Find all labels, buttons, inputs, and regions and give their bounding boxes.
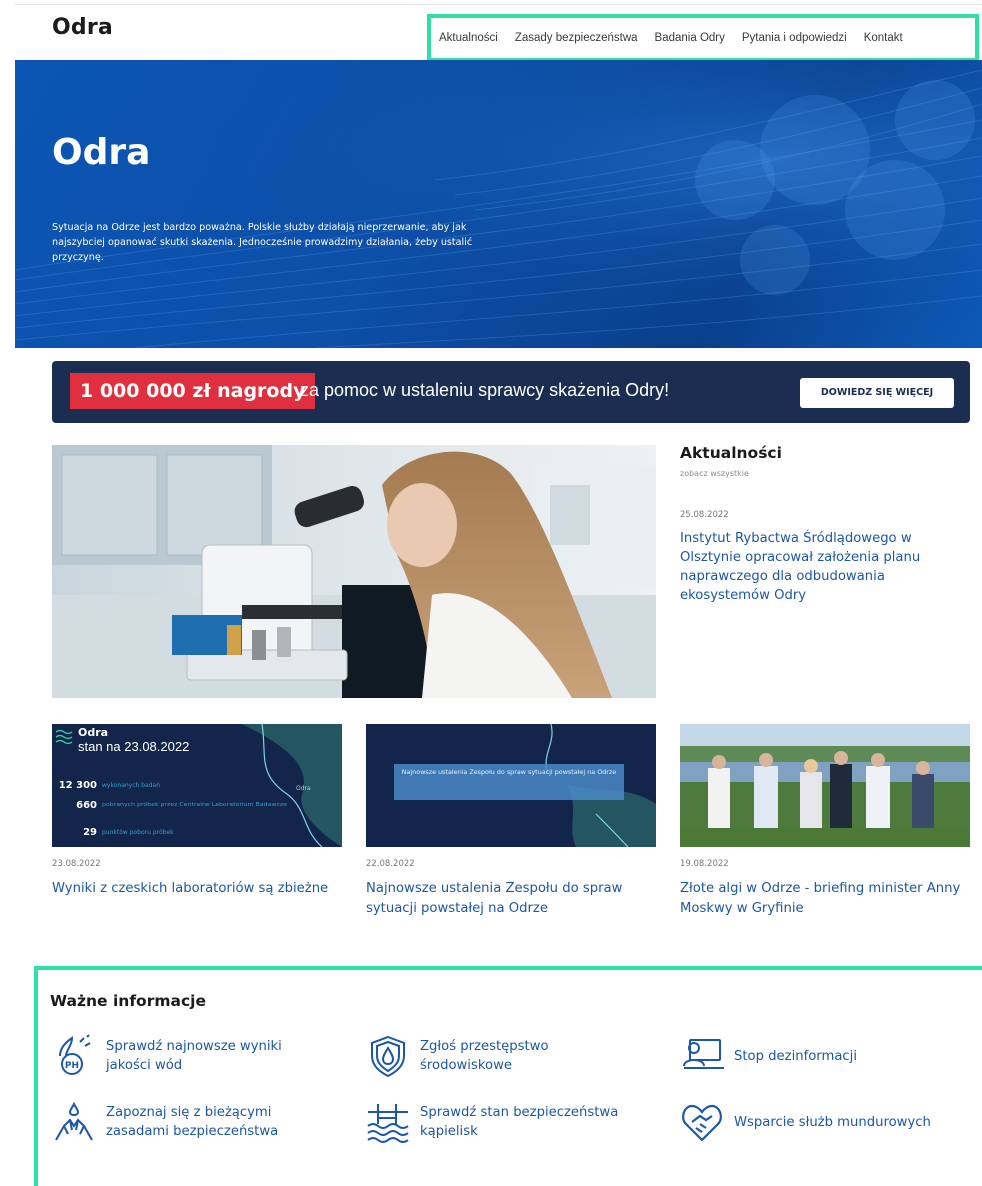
info-label: Zapoznaj się z bieżącymi zasadami bezpie… xyxy=(106,1105,279,1139)
stat-label: punktów poboru próbek xyxy=(102,829,174,836)
hero-wave-graphic xyxy=(15,60,982,348)
info-label: Zgłoś przestępstwo środowiskowe xyxy=(420,1039,549,1073)
thumb-map-label: Odra xyxy=(296,785,311,792)
card-title-link[interactable]: Najnowsze ustalenia Zespołu do spraw syt… xyxy=(366,879,658,919)
stat-label: pobranych próbek przez Centralne Laborat… xyxy=(102,801,288,808)
nav-item-pytania[interactable]: Pytania i odpowiedzi xyxy=(742,32,847,44)
hero-title: Odra xyxy=(52,132,151,173)
news-date: 25.08.2022 xyxy=(680,510,729,520)
odra-stats-graphic: Odra stan na 23.08.2022 Odra 12 300 wyko… xyxy=(52,724,342,847)
stat-number: 12 300 xyxy=(59,780,97,791)
news-headline-link[interactable]: Instytut Rybactwa Śródlądowego w Olsztyn… xyxy=(680,529,970,605)
card-thumb-briefing[interactable] xyxy=(680,724,970,847)
heart-hands-icon xyxy=(682,1104,722,1142)
important-info-heading: Ważne informacje xyxy=(50,992,206,1010)
reward-amount: 1 000 000 zł nagrody xyxy=(70,373,316,409)
nav-item-aktualnosci[interactable]: Aktualności xyxy=(439,32,498,44)
findings-graphic xyxy=(366,724,656,847)
info-label: Stop dezinformacji xyxy=(734,1048,858,1064)
info-item-safety-rules[interactable]: Zapoznaj się z bieżącymi zasadami bezpie… xyxy=(52,1100,316,1144)
ph-water-icon: PH xyxy=(59,1034,91,1075)
card-date: 23.08.2022 xyxy=(52,859,101,869)
hands-drop-icon xyxy=(55,1101,93,1141)
learn-more-button[interactable]: DOWIEDZ SIĘ WIĘCEJ xyxy=(800,378,954,408)
info-item-report-crime[interactable]: Zgłoś przestępstwo środowiskowe xyxy=(366,1034,600,1078)
card-title-link[interactable]: Wyniki z czeskich laboratoriów są zbieżn… xyxy=(52,879,344,899)
stat-number: 660 xyxy=(76,800,97,811)
nav-item-zasady[interactable]: Zasady bezpieczeństwa xyxy=(515,32,638,44)
shield-drop-icon xyxy=(371,1035,405,1078)
stat-number: 29 xyxy=(83,827,97,838)
thumb-heading: Odra xyxy=(78,726,108,739)
thumb-caption: Najnowsze ustalenia Zespołu do spraw syt… xyxy=(401,768,617,776)
see-all-news-link[interactable]: zobacz wszystkie xyxy=(680,469,749,478)
microscope-photo xyxy=(52,445,656,698)
hero-banner: Odra Sytuacja na Odrze jest bardzo poważ… xyxy=(15,60,982,348)
main-nav: Aktualności Zasady bezpieczeństwa Badani… xyxy=(427,14,979,62)
nav-item-kontakt[interactable]: Kontakt xyxy=(864,32,903,44)
card-thumb-results[interactable]: Odra stan na 23.08.2022 Odra 12 300 wyko… xyxy=(52,724,342,847)
laptop-user-icon xyxy=(683,1039,724,1069)
info-item-water-quality[interactable]: PH Sprawdź najnowsze wyniki jakości wód xyxy=(52,1034,306,1078)
svg-text:PH: PH xyxy=(65,1061,79,1071)
nav-item-badania[interactable]: Badania Odry xyxy=(655,32,725,44)
card-title-link[interactable]: Złote algi w Odrze - briefing minister A… xyxy=(680,879,972,919)
info-item-bathing-safety[interactable]: Sprawdź stan bezpieczeństwa kąpielisk xyxy=(366,1100,650,1144)
thumb-subheading: stan na 23.08.2022 xyxy=(78,739,189,754)
header-divider xyxy=(15,4,982,5)
info-label: Sprawdź najnowsze wyniki jakości wód xyxy=(106,1039,282,1073)
info-label: Wsparcie służb mundurowych xyxy=(734,1114,931,1130)
reward-text: za pomoc w ustaleniu sprawcy skażenia Od… xyxy=(300,380,670,400)
card-thumb-findings[interactable]: Najnowsze ustalenia Zespołu do spraw syt… xyxy=(366,724,656,847)
news-heading: Aktualności xyxy=(680,444,782,462)
info-item-uniformed-services[interactable]: Wsparcie służb mundurowych xyxy=(680,1100,931,1144)
featured-news-image[interactable] xyxy=(52,445,656,698)
briefing-photo xyxy=(680,724,970,847)
site-logo[interactable]: Odra xyxy=(52,15,113,40)
stat-label: wykonanych badań xyxy=(102,782,160,789)
reward-banner[interactable]: 1 000 000 zł nagrody za pomoc w ustaleni… xyxy=(52,361,970,423)
site-header: Odra Aktualności Zasady bezpieczeństwa B… xyxy=(0,0,982,62)
card-date: 22.08.2022 xyxy=(366,859,415,869)
swimming-pool-icon xyxy=(367,1104,409,1143)
hero-description: Sytuacja na Odrze jest bardzo poważna. P… xyxy=(52,222,473,263)
info-label: Sprawdź stan bezpieczeństwa kąpielisk xyxy=(420,1105,619,1139)
info-item-disinformation[interactable]: Stop dezinformacji xyxy=(680,1034,857,1078)
card-date: 19.08.2022 xyxy=(680,859,729,869)
